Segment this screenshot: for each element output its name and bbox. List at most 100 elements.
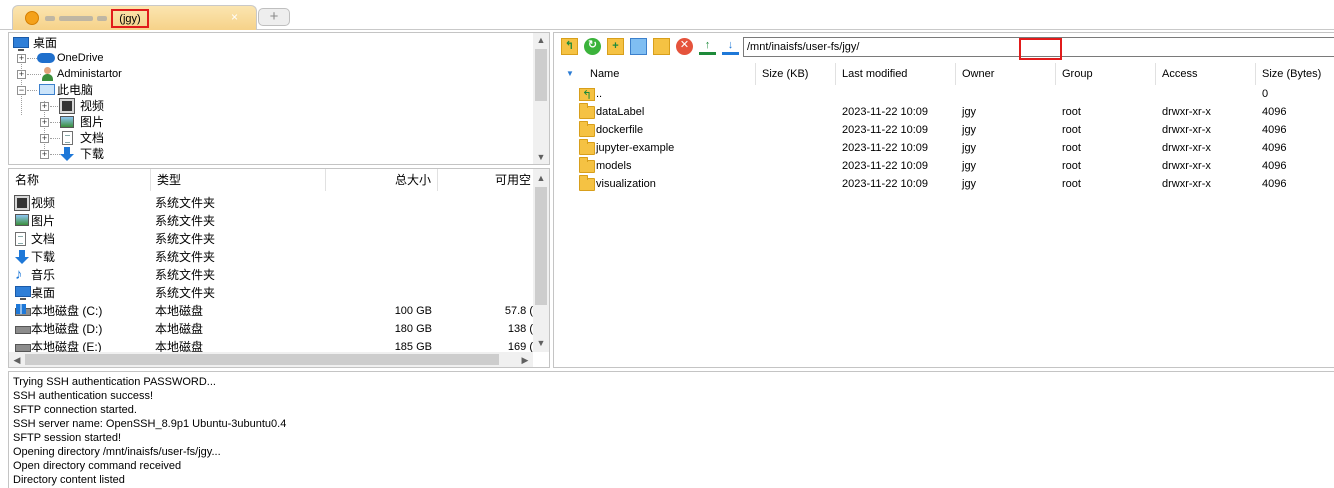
local-list-row[interactable]: 本地磁盘 (C:) 本地磁盘 100 GB 57.8 ( <box>9 302 534 320</box>
access: drwxr-xr-x <box>1162 160 1211 172</box>
scroll-down-icon[interactable]: ▼ <box>533 150 549 164</box>
windows-drive-icon <box>15 304 31 316</box>
tab-bar: (jgy) × + <box>0 0 1334 30</box>
column-header-name[interactable]: 名称 <box>9 169 151 191</box>
parent-folder-icon <box>579 86 595 104</box>
tree-scrollbar[interactable]: ▲ ▼ <box>533 33 549 164</box>
tree-item-label: 此电脑 <box>57 83 94 97</box>
remote-file-panel: ↰ ↻ + ✕ ↑ ↓ /mnt/inaisfs/user-fs/jgy/ ▼ Name … <box>553 32 1334 368</box>
file-type: 系统文件夹 <box>155 268 216 282</box>
folder-icon <box>579 103 595 119</box>
tree-item-label: Administartor <box>57 68 122 80</box>
column-header-total-size[interactable]: 总大小 <box>326 169 438 191</box>
close-icon[interactable]: × <box>231 10 238 24</box>
owner: jgy <box>962 124 977 136</box>
expand-icon[interactable]: + <box>40 134 49 143</box>
tree-item-label: 文档 <box>80 131 105 145</box>
free-space: 57.8 ( <box>504 305 533 317</box>
local-list-horizontal-scrollbar[interactable]: ◀ ▶ <box>9 352 533 367</box>
music-folder-icon: ♪ <box>15 266 23 283</box>
local-list-row[interactable]: 桌面 系统文件夹 <box>9 284 534 302</box>
scroll-right-icon[interactable]: ▶ <box>517 353 533 367</box>
scrollbar-thumb[interactable] <box>535 187 547 305</box>
expand-icon[interactable]: + <box>17 54 26 63</box>
log-line: SFTP connection started. <box>13 404 137 416</box>
file-type: 系统文件夹 <box>155 286 216 300</box>
local-list-row[interactable]: 文档 系统文件夹 <box>9 230 534 248</box>
column-header-free-space[interactable]: 可用空 <box>438 169 534 191</box>
drive-icon <box>15 326 31 334</box>
documents-folder-icon <box>15 232 26 246</box>
local-list-row[interactable]: ♪ 音乐 系统文件夹 <box>9 266 534 284</box>
file-type: 系统文件夹 <box>155 196 216 210</box>
owner: jgy <box>962 106 977 118</box>
collapse-icon[interactable]: − <box>17 86 26 95</box>
file-name: .. <box>596 88 603 100</box>
file-type: 本地磁盘 <box>155 322 204 336</box>
scroll-up-icon[interactable]: ▲ <box>533 33 549 47</box>
expand-icon[interactable]: + <box>40 118 49 127</box>
expand-icon[interactable]: + <box>40 102 49 111</box>
free-space: 138 ( <box>507 323 533 335</box>
access: drwxr-xr-x <box>1162 106 1211 118</box>
column-header-name[interactable]: ▼ Name <box>560 63 756 85</box>
scroll-up-icon[interactable]: ▲ <box>533 171 549 185</box>
file-name: visualization <box>596 178 656 190</box>
delete-icon[interactable]: ✕ <box>676 38 693 55</box>
remote-list-row[interactable]: dataLabel 2023-11-22 10:09 jgy root drwxr-xr… <box>554 103 1334 121</box>
local-list-row[interactable]: 视频 系统文件夹 <box>9 194 534 212</box>
column-header-size-bytes[interactable]: Size (Bytes) <box>1256 63 1334 85</box>
folder-icon[interactable] <box>653 38 670 55</box>
local-list-row[interactable]: 图片 系统文件夹 <box>9 212 534 230</box>
local-list-vertical-scrollbar[interactable]: ▲ ▼ <box>533 169 549 352</box>
pictures-folder-icon <box>60 116 74 128</box>
refresh-icon[interactable]: ↻ <box>584 38 601 55</box>
column-header-group[interactable]: Group <box>1056 63 1156 85</box>
remote-path-input[interactable]: /mnt/inaisfs/user-fs/jgy/ <box>743 37 1334 60</box>
new-tab-button[interactable]: + <box>258 8 290 26</box>
group: root <box>1062 178 1081 190</box>
expand-icon[interactable]: + <box>17 70 26 79</box>
file-name: 音乐 <box>31 268 56 282</box>
local-list-row[interactable]: 下载 系统文件夹 <box>9 248 534 266</box>
new-file-icon[interactable] <box>630 38 647 55</box>
upload-icon[interactable]: ↑ <box>699 38 716 55</box>
file-type: 本地磁盘 <box>155 304 204 318</box>
column-header-size-kb[interactable]: Size (KB) <box>756 63 836 85</box>
local-list-row[interactable]: 本地磁盘 (D:) 本地磁盘 180 GB 138 ( <box>9 320 534 338</box>
tree-item-label: 桌面 <box>33 36 58 50</box>
column-header-label: Name <box>590 68 620 80</box>
redacted-text <box>59 16 93 21</box>
scroll-down-icon[interactable]: ▼ <box>533 336 549 350</box>
parent-folder-icon[interactable]: ↰ <box>561 38 578 55</box>
column-header-last-modified[interactable]: Last modified <box>836 63 956 85</box>
video-folder-icon <box>14 195 30 211</box>
scrollbar-thumb[interactable] <box>535 49 547 101</box>
log-panel: Trying SSH authentication PASSWORD... SSH… <box>8 371 1334 488</box>
scroll-left-icon[interactable]: ◀ <box>9 353 25 367</box>
redacted-text <box>45 16 55 21</box>
folder-icon <box>579 175 595 191</box>
column-header-type[interactable]: 类型 <box>151 169 326 191</box>
download-icon[interactable]: ↓ <box>722 38 739 55</box>
scrollbar-thumb[interactable] <box>25 354 499 365</box>
group: root <box>1062 124 1081 136</box>
session-tab[interactable]: (jgy) × <box>12 5 257 30</box>
expand-icon[interactable]: + <box>40 150 49 159</box>
column-header-access[interactable]: Access <box>1156 63 1256 85</box>
remote-list-row[interactable]: dockerfile 2023-11-22 10:09 jgy root drwxr-x… <box>554 121 1334 139</box>
remote-list-row[interactable]: visualization 2023-11-22 10:09 jgy root drwx… <box>554 175 1334 193</box>
column-header-owner[interactable]: Owner <box>956 63 1056 85</box>
log-line: Opening directory /mnt/inaisfs/user-fs/j… <box>13 446 221 458</box>
remote-list-row[interactable]: jupyter-example 2023-11-22 10:09 jgy root dr… <box>554 139 1334 157</box>
log-line: Open directory command received <box>13 460 182 472</box>
file-name: 文档 <box>31 232 56 246</box>
new-folder-icon[interactable]: + <box>607 38 624 55</box>
size-bytes: 4096 <box>1262 124 1287 136</box>
remote-list-row[interactable]: .. 0 <box>554 85 1334 104</box>
last-modified: 2023-11-22 10:09 <box>842 106 929 118</box>
desktop-icon <box>15 286 31 300</box>
group: root <box>1062 106 1081 118</box>
remote-list-row[interactable]: models 2023-11-22 10:09 jgy root drwxr-xr-x 4… <box>554 157 1334 175</box>
file-type: 系统文件夹 <box>155 214 216 228</box>
